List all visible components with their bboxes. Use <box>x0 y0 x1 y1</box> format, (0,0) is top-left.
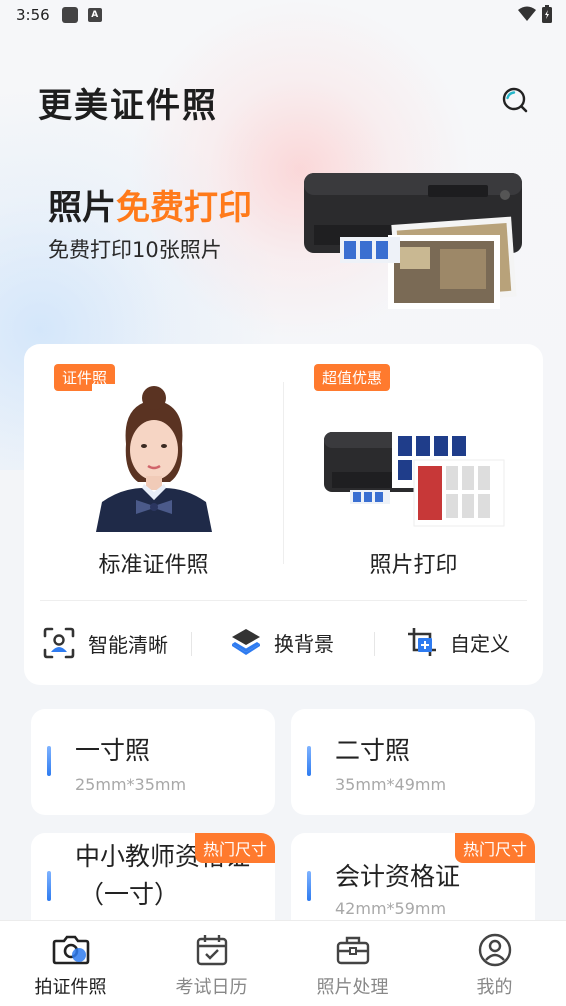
calendar-icon <box>196 935 227 966</box>
size-dimensions: 35mm*49mm <box>335 775 447 794</box>
discount-badge: 超值优惠 <box>314 364 391 391</box>
tab-label: 拍证件照 <box>34 977 107 998</box>
size-name: 会计资格证 <box>335 862 461 891</box>
camera-icon <box>52 935 89 965</box>
tab-label: 照片处理 <box>316 977 389 998</box>
search-icon[interactable] <box>499 84 531 116</box>
tools-divider <box>40 600 527 601</box>
size-name: 二寸照 <box>335 736 411 765</box>
status-bar: 3:56 A <box>0 0 566 30</box>
custom-size-label: 自定义 <box>450 631 510 656</box>
size-accent-bar <box>307 871 311 901</box>
size-accent-bar <box>307 746 311 776</box>
size-accent-bar <box>47 746 51 776</box>
size-card-2inch[interactable]: 二寸照 35mm*49mm <box>291 709 535 815</box>
wifi-icon <box>518 6 536 21</box>
photo-print-label: 照片打印 <box>369 553 458 578</box>
promo-headline-plain: 照片 <box>48 188 116 228</box>
photo-print-illustration <box>324 430 505 527</box>
size-accent-bar <box>47 871 51 901</box>
size-name: 一寸照 <box>75 736 151 765</box>
size-dimensions: 25mm*35mm <box>75 775 187 794</box>
photo-print-entry[interactable]: 超值优惠 照片打印 <box>284 344 543 594</box>
change-background-label: 换背景 <box>274 631 334 656</box>
size-card-1inch[interactable]: 一寸照 25mm*35mm <box>31 709 275 815</box>
app-notification-icon: A <box>87 8 102 22</box>
size-dimensions: 42mm*59mm <box>335 899 447 918</box>
tool-separator <box>374 632 375 656</box>
smart-enhance-label: 智能清晰 <box>88 632 168 657</box>
portrait-photo <box>92 384 216 532</box>
tab-label: 我的 <box>476 977 513 998</box>
app-title: 更美证件照 <box>38 86 218 126</box>
promo-headline[interactable]: 照片免费打印 <box>48 180 252 229</box>
bottom-tab-bar: 拍证件照 考试日历 照片处理 我的 <box>0 920 566 1006</box>
tab-photo-processing[interactable]: 照片处理 <box>282 921 423 1006</box>
layers-icon <box>232 629 260 655</box>
face-scan-icon <box>43 627 75 659</box>
tool-separator <box>191 632 192 656</box>
hot-size-badge: 热门尺寸 <box>194 833 275 863</box>
tab-mine[interactable]: 我的 <box>424 921 565 1006</box>
standard-id-photo-label: 标准证件照 <box>98 553 209 578</box>
hot-size-badge: 热门尺寸 <box>454 833 535 863</box>
change-background-button[interactable]: 换背景 <box>230 626 334 658</box>
promo-headline-accent: 免费打印 <box>116 188 252 228</box>
tab-label: 考试日历 <box>175 977 248 998</box>
printer-illustration[interactable] <box>300 165 530 310</box>
promo-subtext: 免费打印10张照片 <box>48 238 222 262</box>
size-name-sub: （一寸） <box>79 880 180 909</box>
tab-take-photo[interactable]: 拍证件照 <box>0 921 141 1006</box>
battery-icon <box>542 5 552 23</box>
tab-exam-calendar[interactable]: 考试日历 <box>141 921 282 1006</box>
smart-enhance-button[interactable]: 智能清晰 <box>42 626 168 660</box>
status-time: 3:56 <box>16 6 50 24</box>
standard-id-photo-entry[interactable]: 证件照 标准证件照 <box>24 344 283 594</box>
toolbox-icon <box>336 936 369 965</box>
user-icon <box>478 933 511 967</box>
crop-add-icon <box>408 628 436 656</box>
feature-card: 证件照 标准证件照 超值优惠 照片打印 智能清晰 换背景 自定义 <box>24 344 543 685</box>
notification-icon <box>61 7 78 23</box>
custom-size-button[interactable]: 自定义 <box>406 626 510 658</box>
